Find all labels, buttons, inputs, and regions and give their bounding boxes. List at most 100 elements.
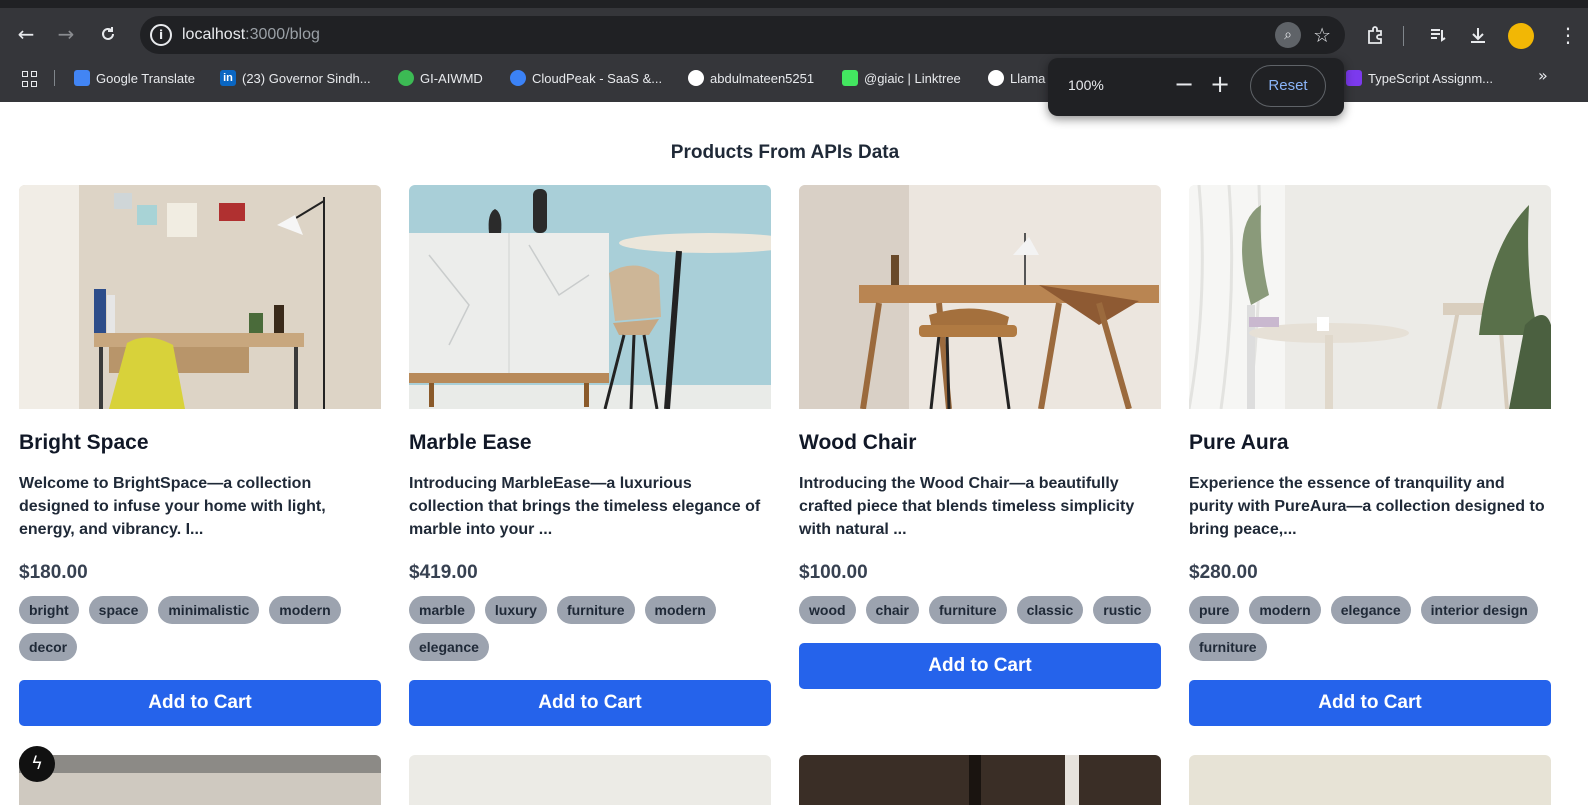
tag: luxury <box>484 596 547 624</box>
browser-chrome: ← → i localhost:3000/blog ⌕ ☆ ⋮ Google T… <box>0 0 1588 102</box>
zoom-level: 100% <box>1068 77 1104 93</box>
linkedin-icon: in <box>220 70 236 86</box>
tag: space <box>88 596 149 624</box>
product-tags: bright space minimalistic modern decor <box>19 596 381 661</box>
url-host: localhost <box>182 26 246 43</box>
bookmark-llama[interactable]: Llama <box>988 68 1045 88</box>
tag: modern <box>644 596 716 624</box>
zoom-reset-button[interactable]: Reset <box>1250 65 1326 107</box>
star-icon[interactable]: ☆ <box>1313 22 1331 48</box>
bookmark-linktree[interactable]: @giaic | Linktree <box>842 68 961 88</box>
add-to-cart-button[interactable]: Add to Cart <box>1189 680 1551 726</box>
devtools-lightning-button[interactable]: ϟ <box>19 746 55 782</box>
product-price: $280.00 <box>1189 562 1258 583</box>
product-image <box>19 185 381 409</box>
typescript-icon <box>1346 70 1362 86</box>
product-title: Marble Ease <box>409 431 532 454</box>
tag: bright <box>19 596 79 624</box>
forward-button[interactable]: → <box>52 20 80 48</box>
bookmark-label: TypeScript Assignm... <box>1368 70 1493 86</box>
extensions-icon[interactable] <box>1362 22 1390 51</box>
product-description: Welcome to BrightSpace—a collection desi… <box>19 475 326 538</box>
product-card: Pure Aura Experience the essence of tran… <box>1189 185 1551 726</box>
reading-list-icon[interactable] <box>1424 22 1452 51</box>
zoom-out-button[interactable]: − <box>1170 70 1198 100</box>
product-tags: wood chair furniture classic rustic <box>799 596 1161 624</box>
url-path: :3000/blog <box>245 26 320 43</box>
tag: furniture <box>556 596 635 624</box>
tag: wood <box>799 596 856 624</box>
product-price: $419.00 <box>409 562 478 583</box>
tag: pure <box>1189 596 1240 624</box>
tag: elegance <box>409 633 489 661</box>
tag: minimalistic <box>158 596 260 624</box>
tag: marble <box>409 596 475 624</box>
bookmark-github[interactable]: abdulmateen5251 <box>688 68 814 88</box>
tag: modern <box>269 596 341 624</box>
tag: interior design <box>1420 596 1538 624</box>
bookmark-label: @giaic | Linktree <box>864 70 961 86</box>
add-to-cart-button[interactable]: Add to Cart <box>799 643 1161 689</box>
apps-icon[interactable] <box>22 71 38 87</box>
add-to-cart-button[interactable]: Add to Cart <box>409 680 771 726</box>
zoom-icon[interactable]: ⌕ <box>1275 22 1301 48</box>
product-price: $100.00 <box>799 562 868 583</box>
tag: elegance <box>1330 596 1411 624</box>
cloudpeak-icon <box>510 70 526 86</box>
llama-icon <box>988 70 1004 86</box>
tag: furniture <box>929 596 1007 624</box>
product-image-partial <box>409 755 771 805</box>
bookmark-label: GI-AIWMD <box>420 70 483 86</box>
menu-icon[interactable]: ⋮ <box>1554 22 1582 48</box>
bookmark-label: Google Translate <box>96 70 196 86</box>
product-tags: marble luxury furniture modern elegance <box>409 596 771 661</box>
product-image <box>409 185 771 409</box>
product-price: $180.00 <box>19 562 88 583</box>
reload-button[interactable] <box>94 20 122 48</box>
back-button[interactable]: ← <box>12 20 40 48</box>
tag: classic <box>1016 596 1084 624</box>
bookmark-label: abdulmateen5251 <box>710 70 815 86</box>
site-info-icon[interactable]: i <box>150 24 172 46</box>
tag: chair <box>865 596 920 624</box>
bookmark-label: Llama <box>1010 70 1046 86</box>
bookmark-linkedin[interactable]: in (23) Governor Sindh... <box>220 68 371 88</box>
profile-avatar[interactable] <box>1508 23 1534 49</box>
gi-aiwmd-icon <box>398 70 414 86</box>
browser-toolbar: ← → i localhost:3000/blog ⌕ ☆ ⋮ <box>0 12 1588 58</box>
bookmarks-overflow-button[interactable]: » <box>1538 66 1548 85</box>
url-text[interactable]: localhost:3000/blog <box>182 26 320 44</box>
zoom-in-button[interactable]: + <box>1206 70 1234 100</box>
github-icon <box>688 70 704 86</box>
product-image <box>1189 185 1551 409</box>
product-description: Introducing the Wood Chair—a beautifully… <box>799 475 1135 538</box>
tag: decor <box>19 633 78 661</box>
product-description: Introducing MarbleEase—a luxurious colle… <box>409 475 761 538</box>
bookmark-gi-aiwmd[interactable]: GI-AIWMD <box>398 68 483 88</box>
tag: furniture <box>1189 633 1267 661</box>
add-to-cart-button[interactable]: Add to Cart <box>19 680 381 726</box>
zoom-popup: 100% − + Reset <box>1048 58 1344 116</box>
tag: modern <box>1249 596 1321 624</box>
product-title: Bright Space <box>19 431 149 454</box>
address-bar[interactable]: i localhost:3000/blog ⌕ ☆ <box>140 16 1345 54</box>
product-description: Experience the essence of tranquility an… <box>1189 475 1545 538</box>
product-card: Wood Chair Introducing the Wood Chair—a … <box>799 185 1161 726</box>
bookmarks-divider <box>54 70 55 86</box>
product-image-partial <box>1189 755 1551 805</box>
product-title: Pure Aura <box>1189 431 1289 454</box>
bookmark-label: (23) Governor Sindh... <box>242 70 371 86</box>
bookmark-typescript[interactable]: TypeScript Assignm... <box>1346 68 1493 88</box>
bookmark-label: CloudPeak - SaaS &... <box>532 70 663 86</box>
product-image-partial <box>799 755 1161 805</box>
product-image-partial <box>19 755 381 805</box>
toolbar-divider <box>1403 26 1404 46</box>
tag: rustic <box>1093 596 1152 624</box>
bookmark-google-translate[interactable]: Google Translate <box>74 68 195 88</box>
download-icon[interactable] <box>1464 22 1492 51</box>
page-title: Products From APIs Data <box>670 142 900 163</box>
bookmark-cloudpeak[interactable]: CloudPeak - SaaS &... <box>510 68 662 88</box>
reload-icon <box>102 27 114 40</box>
product-card: Marble Ease Introducing MarbleEase—a lux… <box>409 185 771 726</box>
google-translate-icon <box>74 70 90 86</box>
